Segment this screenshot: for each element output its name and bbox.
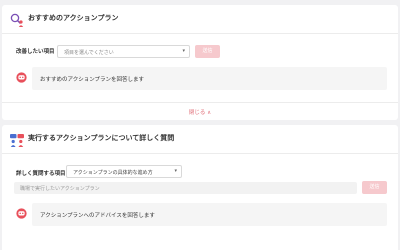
detail-item-select[interactable]: アクションプランの具体的な進め方 ▾ (66, 165, 182, 178)
detail-item-value: アクションプランの具体的な進め方 (73, 170, 153, 176)
action-plan-input[interactable]: 職場で実行したいアクションプラン (14, 182, 357, 194)
detail-card: 実行するアクションプランについて詳しく質問 詳しく質問する項目 アクションプラン… (2, 125, 398, 250)
improve-item-select[interactable]: 項目を選んでください ▾ (57, 45, 190, 58)
detail-item-label: 詳しく質問する項目 (16, 171, 66, 177)
recommend-title: おすすめのアクションプラン (28, 14, 119, 22)
recommend-reply-box: おすすめのアクションプランを回答します (32, 67, 387, 90)
detail-title: 実行するアクションプランについて詳しく質問 (28, 134, 175, 142)
improve-item-label: 改善したい項目 (16, 49, 55, 55)
improve-item-placeholder: 項目を選んでください (64, 50, 114, 56)
recommend-card: おすすめのアクションプラン 改善したい項目 項目を選んでください ▾ 送信 おす… (2, 5, 398, 120)
chevron-down-icon: ▾ (174, 168, 177, 174)
chevron-down-icon: ▾ (182, 48, 185, 54)
recommend-header: おすすめのアクションプラン (2, 5, 398, 34)
assistant-avatar-icon (16, 72, 27, 83)
detail-reply-text: アクションプランへのアドバイスを回答します (40, 213, 155, 219)
action-plan-input-placeholder: 職場で実行したいアクションプラン (20, 186, 100, 192)
magnifier-person-icon (10, 13, 24, 27)
recommend-submit-button[interactable]: 送信 (195, 45, 220, 58)
collapse-row: 閉じる ∧ (2, 102, 398, 121)
detail-header: 実行するアクションプランについて詳しく質問 (2, 125, 398, 154)
recommend-reply-text: おすすめのアクションプランを回答します (40, 77, 145, 83)
collapse-toggle[interactable]: 閉じる ∧ (2, 108, 398, 116)
assistant-avatar-icon (16, 208, 27, 219)
detail-reply-box: アクションプランへのアドバイスを回答します (32, 203, 387, 226)
detail-submit-button[interactable]: 送信 (362, 181, 387, 194)
discussion-people-icon (10, 134, 24, 147)
